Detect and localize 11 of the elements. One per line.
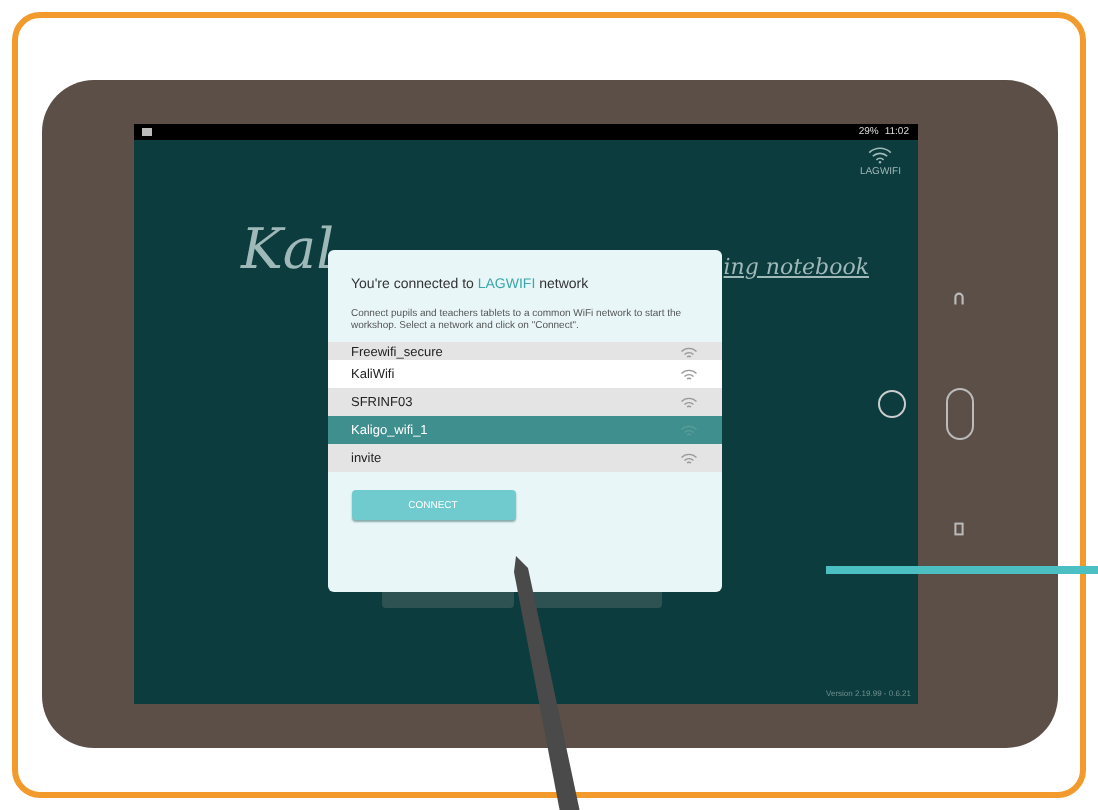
wifi-icon [679,395,697,409]
logo-text: ing notebook [723,253,869,279]
image-icon [141,127,151,135]
recent-apps-icon[interactable] [950,519,968,537]
wifi-icon [679,346,697,360]
wifi-icon [679,423,697,437]
back-icon[interactable] [950,289,968,307]
home-button[interactable] [945,387,973,439]
wifi-icon [679,367,697,381]
wifi-icon [679,451,697,465]
logo-text: Kal [241,221,335,279]
